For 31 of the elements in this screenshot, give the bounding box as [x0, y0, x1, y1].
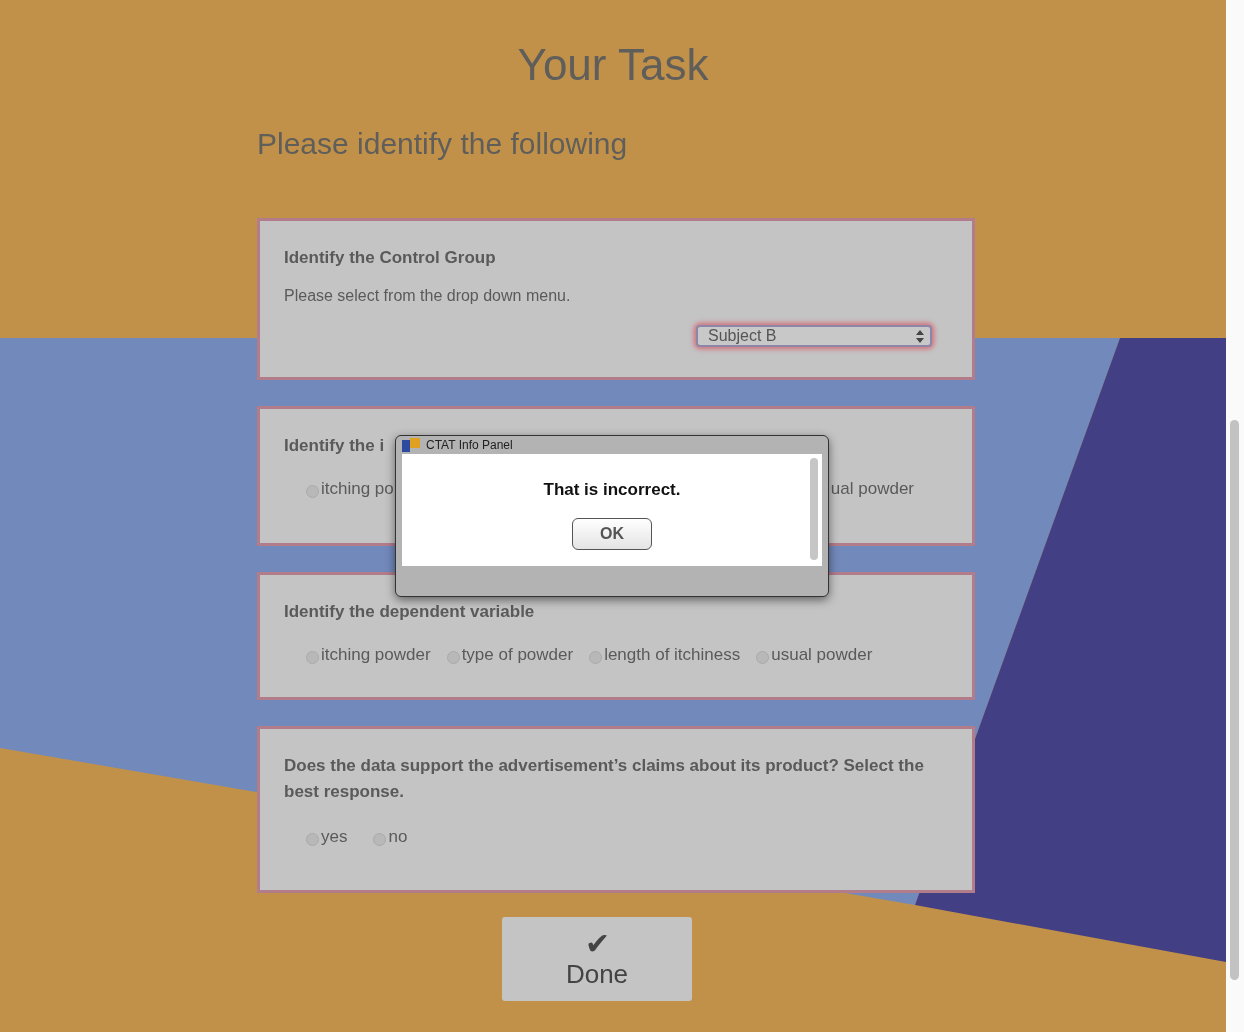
- radio-button[interactable]: [756, 650, 770, 664]
- done-button[interactable]: ✔ Done: [502, 917, 692, 1001]
- radio-button[interactable]: [306, 484, 319, 498]
- radio-button[interactable]: [306, 650, 319, 664]
- page-title: Your Task: [516, 39, 710, 91]
- radio-button[interactable]: [446, 650, 460, 664]
- option-label[interactable]: no: [388, 827, 408, 847]
- option-label[interactable]: itching powder: [321, 645, 431, 665]
- option-label[interactable]: length of itchiness: [604, 645, 741, 665]
- option-label[interactable]: yes: [321, 827, 348, 847]
- question-heading: Does the data support the advertisement’s claims about its product? Select the best response.: [284, 755, 925, 803]
- question-heading: Identify the i: [284, 435, 385, 457]
- dialog-message: That is incorrect.: [543, 480, 681, 500]
- radio-button[interactable]: [589, 650, 603, 664]
- dropdown-field[interactable]: Subject B: [696, 325, 932, 347]
- app-logo-icon: [402, 438, 420, 452]
- radio-button[interactable]: [306, 832, 319, 846]
- updown-arrows-icon: [916, 329, 924, 343]
- option-label[interactable]: itching po: [321, 479, 394, 499]
- question-heading: Identify the dependent variable: [284, 601, 535, 623]
- dialog-scrollbar[interactable]: [810, 458, 818, 560]
- dialog-title: CTAT Info Panel: [426, 438, 513, 452]
- option-label[interactable]: type of powder: [461, 645, 574, 665]
- question-heading: Identify the Control Group: [284, 247, 496, 269]
- question-hint: Please select from the drop down menu.: [284, 287, 572, 305]
- option-label[interactable]: ual powder: [830, 479, 914, 499]
- option-label[interactable]: usual powder: [771, 645, 873, 665]
- radio-button[interactable]: [373, 832, 387, 846]
- scrollbar[interactable]: [1226, 0, 1244, 1032]
- ok-button[interactable]: OK: [572, 518, 652, 550]
- page-subtitle: Please identify the following: [257, 126, 629, 162]
